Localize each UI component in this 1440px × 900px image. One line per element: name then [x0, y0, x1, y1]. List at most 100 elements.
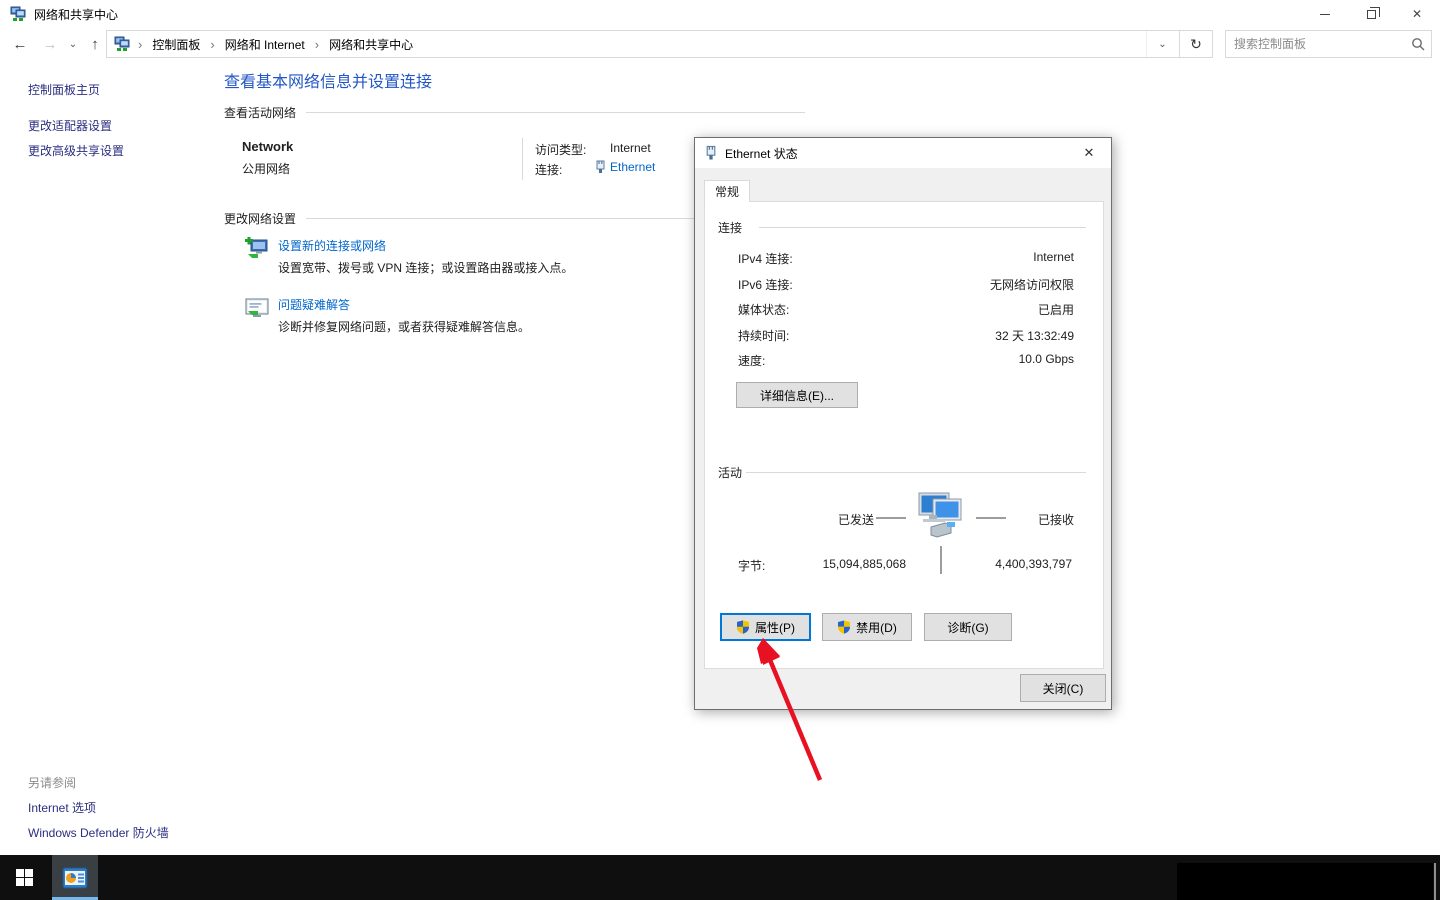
network-name: Network [242, 139, 293, 154]
network-divider [522, 138, 523, 180]
task-description: 设置宽带、拨号或 VPN 连接；或设置路由器或接入点。 [278, 259, 573, 276]
back-button[interactable]: ← [6, 28, 34, 60]
forward-button[interactable]: → [36, 28, 64, 60]
new-connection-icon [244, 237, 270, 263]
group-rule [759, 227, 1086, 228]
chevron-down-icon: ⌄ [1158, 39, 1166, 50]
maximize-button[interactable] [1348, 0, 1394, 28]
minimize-icon [1320, 14, 1330, 15]
ethernet-icon [705, 145, 717, 161]
ethernet-connection-link[interactable]: Ethernet [595, 160, 655, 174]
access-type-value: Internet [610, 141, 651, 155]
row-value: Internet [1033, 250, 1074, 267]
minimize-button[interactable] [1302, 0, 1348, 28]
annotation-arrow [735, 630, 845, 790]
received-label: 已接收 [1038, 511, 1074, 528]
taskbar-edge-line [1434, 863, 1436, 900]
close-icon: ✕ [1412, 7, 1422, 21]
bytes-label: 字节: [738, 557, 765, 574]
row-label: IPv6 连接: [738, 276, 793, 293]
task-description: 诊断并修复网络问题，或者获得疑难解答信息。 [278, 318, 530, 335]
activity-row: 已发送 已接收 [695, 503, 1095, 549]
control-panel-icon [62, 867, 88, 889]
computer-activity-icon [911, 491, 967, 541]
network-category: 公用网络 [242, 160, 290, 177]
see-also-internet-options[interactable]: Internet 选项 [28, 799, 96, 816]
network-center-icon [10, 6, 26, 22]
section-active-networks: 查看活动网络 [224, 104, 805, 121]
connection-label: 连接: [535, 161, 562, 178]
section-rule [306, 112, 805, 113]
navigation-toolbar: ← → ⌄ ↑ › 控制面板 › 网络和 Internet › 网络和共享中心 … [0, 28, 1440, 60]
bytes-received-value: 4,400,393,797 [975, 557, 1072, 571]
row-label: IPv4 连接: [738, 250, 793, 267]
bytes-sent-value: 15,094,885,068 [805, 557, 906, 571]
up-icon: ↑ [91, 36, 99, 53]
taskbar-black-region [1177, 863, 1433, 900]
up-button[interactable]: ↑ [82, 28, 108, 60]
close-button[interactable]: ✕ [1394, 0, 1440, 28]
dialog-tab-page [704, 201, 1104, 669]
task-setup-new-connection: 设置新的连接或网络 设置宽带、拨号或 VPN 连接；或设置路由器或接入点。 [244, 237, 270, 266]
details-button[interactable]: 详细信息(E)... [736, 382, 858, 408]
ethernet-link-label[interactable]: Ethernet [610, 160, 655, 174]
tab-general[interactable]: 常规 [704, 180, 750, 202]
access-type-label: 访问类型: [535, 141, 586, 158]
dialog-row-media-state: 媒体状态: 已启用 [738, 301, 1074, 318]
breadcrumb-separator-icon: › [315, 37, 319, 52]
dialog-title: Ethernet 状态 [725, 145, 798, 162]
task-title-link[interactable]: 问题疑难解答 [278, 296, 350, 313]
row-value: 无网络访问权限 [990, 276, 1074, 293]
chevron-down-icon: ⌄ [69, 39, 77, 50]
restore-icon [1367, 10, 1376, 19]
sent-label: 已发送 [838, 511, 874, 528]
address-history-button[interactable]: ⌄ [1146, 31, 1178, 57]
taskbar-control-panel-button[interactable] [52, 855, 98, 900]
refresh-button[interactable]: ↻ [1179, 31, 1212, 57]
diagnose-button[interactable]: 诊断(G) [924, 613, 1012, 641]
section-active-networks-label: 查看活动网络 [224, 104, 296, 121]
connection-group-label: 连接 [718, 219, 742, 236]
breadcrumb-item-network-internet[interactable]: 网络和 Internet [225, 36, 305, 53]
recent-pages-button[interactable]: ⌄ [62, 28, 84, 60]
dialog-close-button[interactable]: ✕ [1067, 138, 1111, 168]
back-icon: ← [13, 36, 28, 53]
row-label: 持续时间: [738, 327, 789, 344]
activity-group-label: 活动 [718, 464, 742, 481]
page-title: 查看基本网络信息并设置连接 [224, 68, 432, 92]
address-bar[interactable]: › 控制面板 › 网络和 Internet › 网络和共享中心 ⌄ ↻ [106, 30, 1213, 58]
activity-dash [976, 517, 1006, 519]
close-icon: ✕ [1084, 145, 1095, 161]
dialog-row-ipv6: IPv6 连接: 无网络访问权限 [738, 276, 1074, 293]
dialog-row-duration: 持续时间: 32 天 13:32:49 [738, 327, 1074, 344]
diagnose-button-label: 诊断(G) [947, 619, 988, 636]
sidebar-item-change-advanced-sharing[interactable]: 更改高级共享设置 [28, 142, 124, 159]
windows-logo-icon [16, 869, 33, 886]
search-icon[interactable] [1405, 37, 1431, 51]
sidebar-item-control-panel-home[interactable]: 控制面板主页 [28, 81, 100, 98]
breadcrumb-item-control-panel[interactable]: 控制面板 [152, 36, 200, 53]
search-input[interactable] [1226, 32, 1405, 56]
disable-button-label: 禁用(D) [856, 619, 897, 636]
task-title-link[interactable]: 设置新的连接或网络 [278, 237, 386, 254]
row-value: 10.0 Gbps [1019, 352, 1074, 369]
breadcrumb-item-network-sharing-center[interactable]: 网络和共享中心 [329, 36, 413, 53]
troubleshoot-icon [244, 296, 270, 322]
row-label: 速度: [738, 352, 765, 369]
forward-icon: → [43, 36, 58, 53]
row-value: 已启用 [1038, 301, 1074, 318]
window-title: 网络和共享中心 [34, 6, 118, 23]
start-button[interactable] [0, 855, 48, 900]
window-titlebar: 网络和共享中心 ✕ [0, 0, 1440, 28]
breadcrumb: › 控制面板 › 网络和 Internet › 网络和共享中心 [130, 36, 413, 53]
dialog-close-action-button[interactable]: 关闭(C) [1020, 674, 1106, 702]
dialog-row-ipv4: IPv4 连接: Internet [738, 250, 1074, 267]
dialog-titlebar: Ethernet 状态 ✕ [695, 138, 1111, 168]
search-box [1225, 30, 1432, 58]
dialog-close-action-label: 关闭(C) [1043, 680, 1084, 697]
bytes-separator [940, 546, 942, 574]
sidebar-item-change-adapter-settings[interactable]: 更改适配器设置 [28, 117, 112, 134]
task-troubleshoot: 问题疑难解答 诊断并修复网络问题，或者获得疑难解答信息。 [244, 296, 270, 325]
see-also-windows-defender-firewall[interactable]: Windows Defender 防火墙 [28, 824, 169, 841]
row-value: 32 天 13:32:49 [995, 327, 1074, 344]
